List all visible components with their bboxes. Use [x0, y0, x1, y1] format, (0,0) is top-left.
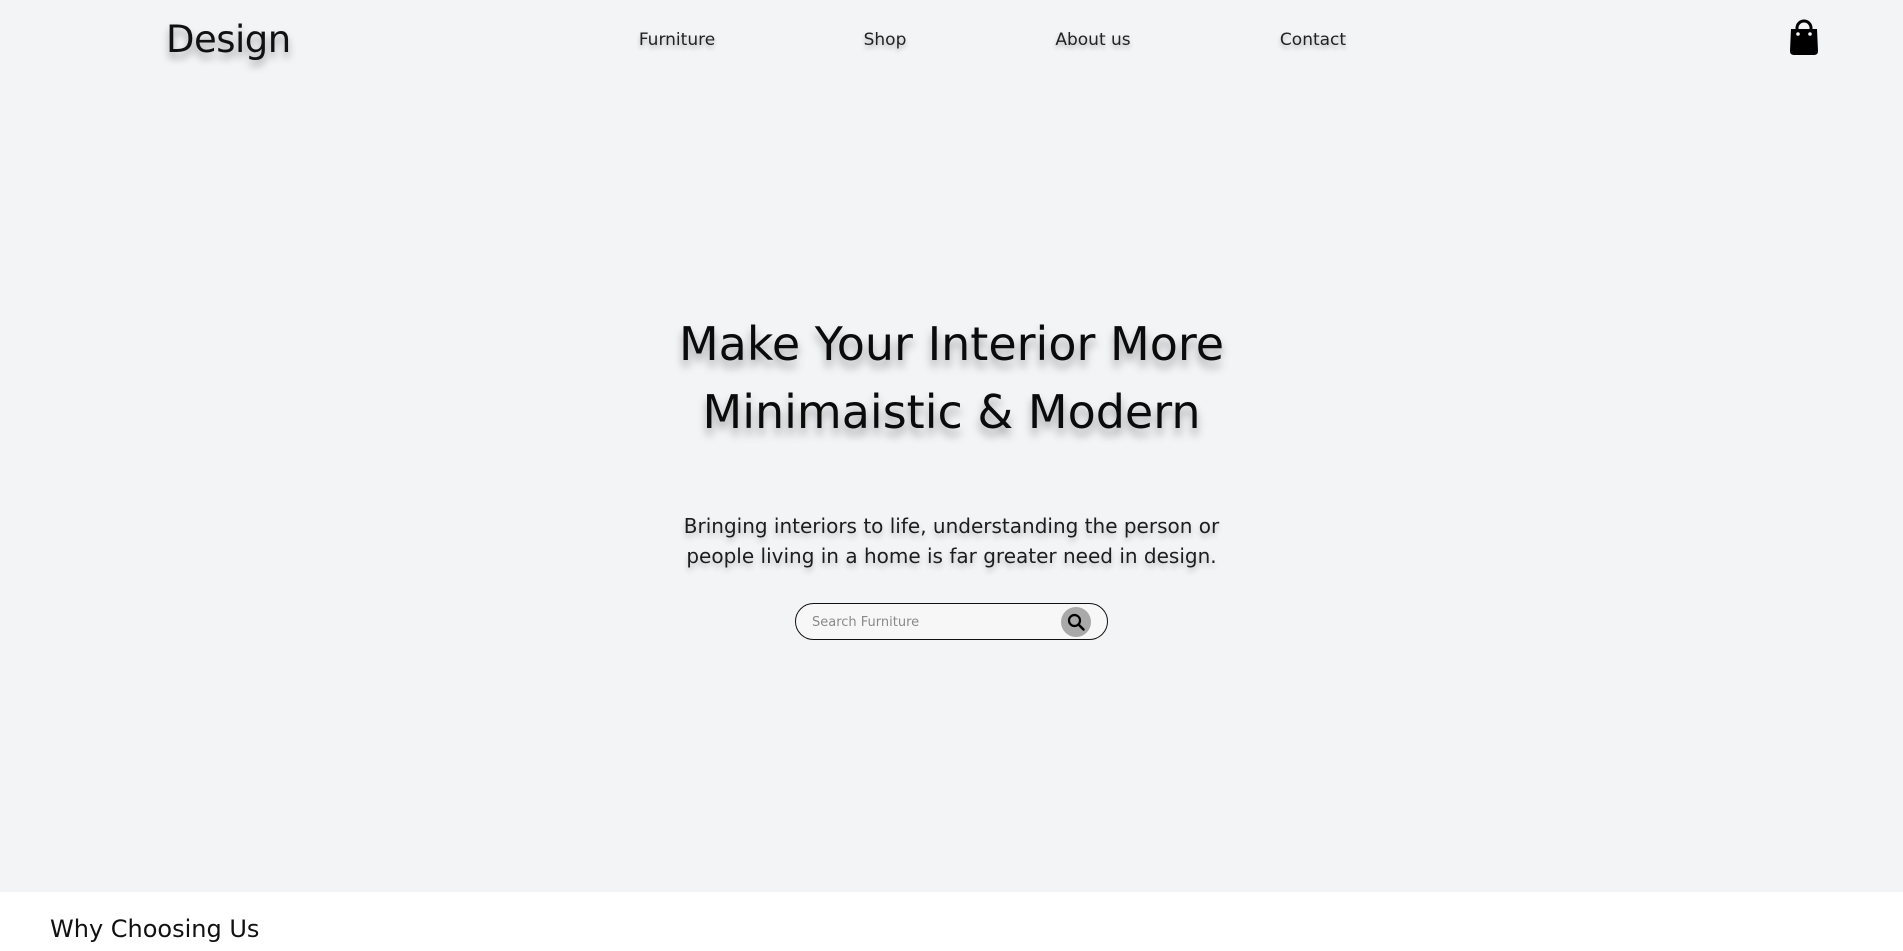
shopping-bag-icon[interactable] [1788, 18, 1820, 56]
hero-subtitle-line-1: Bringing interiors to life, understandin… [683, 514, 1220, 538]
search-bar [795, 603, 1108, 640]
site-header: Design Furniture Shop About us Contact [0, 0, 1903, 84]
search-icon [1067, 613, 1085, 631]
main-nav: Furniture Shop About us Contact [0, 30, 1903, 54]
nav-link-shop[interactable]: Shop [864, 30, 907, 50]
why-choosing-us-section: Why Choosing Us [0, 892, 1903, 951]
hero-title: Make Your Interior More Minimaistic & Mo… [0, 310, 1903, 446]
hero-subtitle: Bringing interiors to life, understandin… [0, 511, 1903, 571]
page: Design Furniture Shop About us Contact M… [0, 0, 1903, 951]
search-button[interactable] [1061, 607, 1091, 637]
nav-link-furniture[interactable]: Furniture [639, 30, 715, 50]
hero-subtitle-line-2: people living in a home is far greater n… [686, 544, 1217, 568]
hero-title-line-2: Minimaistic & Modern [702, 385, 1201, 439]
hero-title-line-1: Make Your Interior More [678, 317, 1225, 371]
search-input[interactable] [812, 611, 1052, 633]
section-heading: Why Choosing Us [50, 915, 260, 943]
nav-link-about-us[interactable]: About us [1055, 30, 1130, 50]
nav-link-contact[interactable]: Contact [1280, 30, 1346, 50]
